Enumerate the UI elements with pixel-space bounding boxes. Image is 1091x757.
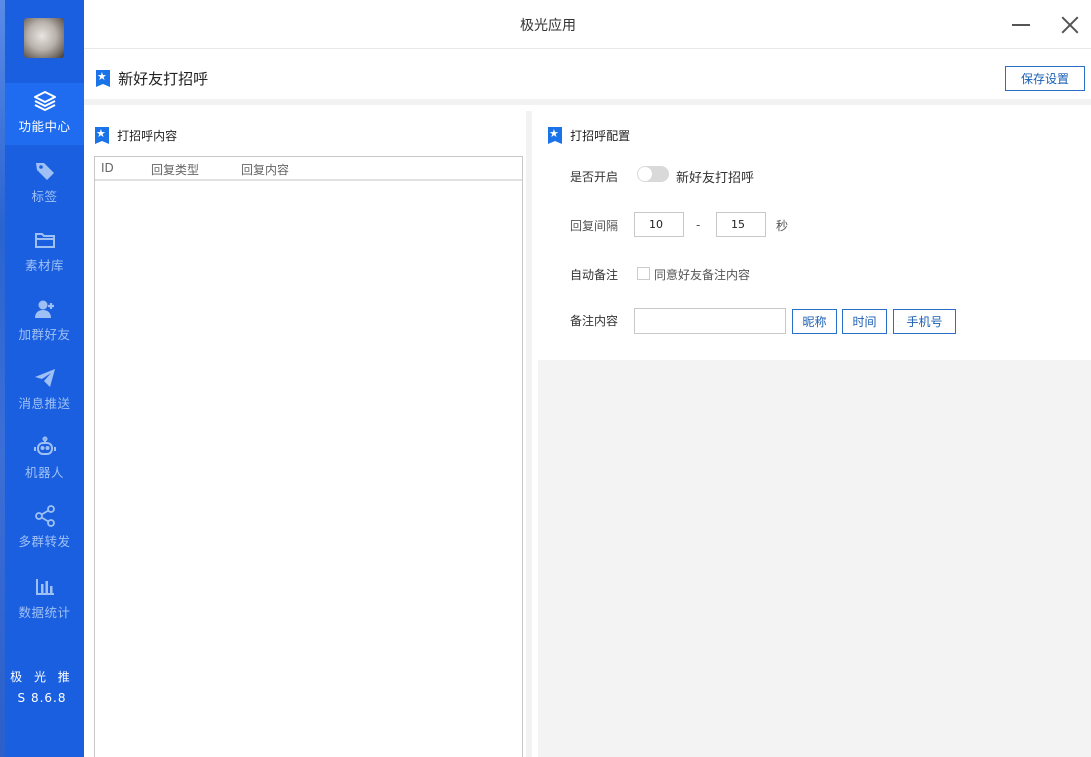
share-icon [34, 505, 55, 527]
sidebar-item-message-push[interactable]: 消息推送 [5, 360, 84, 422]
column-header-reply-content[interactable]: 回复内容 [241, 161, 289, 178]
sidebar-item-label: 数据统计 [18, 605, 71, 620]
sidebar-item-label: 功能中心 [18, 119, 71, 134]
auto-remark-checkbox[interactable] [637, 267, 650, 280]
table-header: ID 回复类型 回复内容 [95, 157, 522, 181]
save-settings-button[interactable]: 保存设置 [1005, 66, 1085, 91]
window-title: 极光应用 [520, 18, 576, 34]
sidebar-item-label: 素材库 [24, 258, 64, 273]
section-header: 打招呼配置 [548, 125, 630, 144]
section-header: 打招呼内容 [95, 125, 177, 144]
insert-nickname-button[interactable]: 昵称 [792, 309, 837, 334]
sidebar-item-label: 加群好友 [18, 327, 71, 342]
folder-icon [34, 233, 55, 248]
enable-label: 是否开启 [570, 170, 619, 184]
close-button[interactable] [1060, 14, 1080, 34]
minimize-button[interactable] [1012, 14, 1032, 34]
sidebar-item-add-group-friends[interactable]: 加群好友 [5, 291, 84, 353]
sidebar-item-label: 机器人 [24, 465, 64, 480]
enable-toggle-label: 新好友打招呼 [676, 171, 755, 186]
section-title: 打招呼配置 [570, 129, 631, 143]
send-icon [34, 369, 55, 387]
insert-phone-button[interactable]: 手机号 [893, 309, 956, 334]
sidebar-item-label: 标签 [31, 189, 58, 204]
bookmark-star-icon [96, 70, 110, 87]
column-header-id[interactable]: ID [101, 161, 114, 175]
add-user-icon [34, 300, 54, 318]
brand-name: 极 光 推 [10, 670, 74, 684]
interval-unit: 秒 [776, 219, 789, 233]
tag-icon [35, 163, 54, 180]
bookmark-star-icon [95, 127, 109, 144]
app-version: S 8.6.8 [17, 691, 67, 705]
config-panel-empty-area [538, 360, 1091, 757]
greeting-config-panel: 打招呼配置 是否开启 新好友打招呼 回复间隔 10 - 15 秒 自动备注 同意… [538, 111, 1091, 360]
greeting-table[interactable]: ID 回复类型 回复内容 [94, 156, 523, 757]
sidebar-item-robot[interactable]: 机器人 [5, 429, 84, 491]
robot-icon [33, 436, 56, 455]
sidebar-item-label: 多群转发 [18, 534, 71, 549]
page-title-group: 新好友打招呼 [96, 68, 208, 89]
insert-time-button[interactable]: 时间 [842, 309, 887, 334]
avatar[interactable] [24, 18, 64, 58]
page-header: 新好友打招呼 保存设置 [84, 49, 1091, 105]
bar-chart-icon [35, 579, 54, 595]
auto-remark-label: 自动备注 [570, 268, 619, 282]
enable-toggle[interactable] [637, 166, 669, 182]
interval-label: 回复间隔 [570, 219, 619, 233]
page-title: 新好友打招呼 [118, 70, 209, 88]
title-bar: 极光应用 [84, 0, 1091, 49]
remark-input[interactable] [634, 308, 786, 334]
bookmark-star-icon [548, 127, 562, 144]
interval-max-input[interactable]: 15 [716, 212, 766, 237]
column-header-reply-type[interactable]: 回复类型 [151, 161, 199, 178]
greeting-content-panel: 打招呼内容 ID 回复类型 回复内容 [84, 111, 532, 757]
remark-label: 备注内容 [570, 314, 619, 328]
sidebar-item-multi-group-forward[interactable]: 多群转发 [5, 498, 84, 560]
layers-icon [33, 91, 56, 111]
sidebar-item-function-center[interactable]: 功能中心 [5, 83, 84, 145]
sidebar: 功能中心 标签 素材库 加群好友 消息推送 机器人 多群转发 数据统计 极 光 … [0, 0, 84, 757]
interval-min-input[interactable]: 10 [634, 212, 684, 237]
sidebar-item-tags[interactable]: 标签 [5, 153, 84, 215]
section-title: 打招呼内容 [117, 129, 178, 143]
sidebar-item-data-stats[interactable]: 数据统计 [5, 569, 84, 631]
interval-separator: - [696, 218, 701, 232]
sidebar-item-materials[interactable]: 素材库 [5, 222, 84, 284]
auto-remark-checkbox-label[interactable]: 同意好友备注内容 [654, 266, 750, 283]
sidebar-item-label: 消息推送 [18, 396, 71, 411]
